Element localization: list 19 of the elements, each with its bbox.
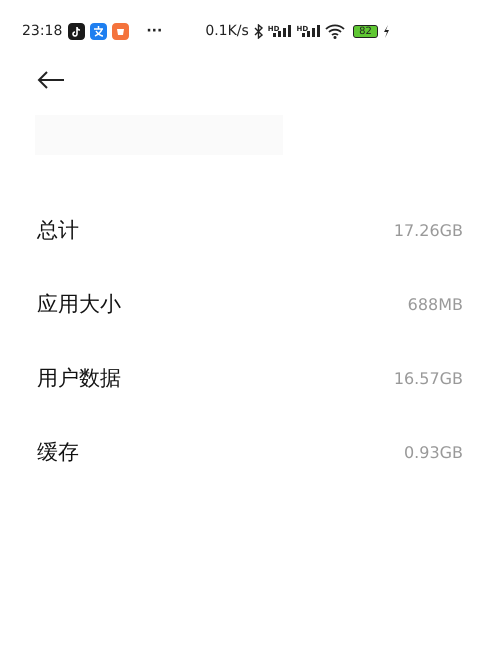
storage-label: 应用大小 — [37, 291, 121, 318]
wifi-icon — [325, 24, 346, 38]
more-notifications: ··· — [146, 23, 162, 39]
storage-value: 16.57GB — [394, 368, 463, 388]
storage-value: 0.93GB — [404, 442, 463, 462]
shopping-app-icon — [112, 22, 130, 40]
status-time: 23:18 — [22, 23, 62, 39]
storage-label: 用户数据 — [37, 365, 121, 392]
network-speed: 0.1K/s — [205, 23, 249, 39]
battery-indicator: 82 — [353, 24, 378, 38]
back-arrow-icon[interactable] — [37, 70, 65, 90]
music-app-icon — [68, 22, 86, 40]
pay-app-icon — [90, 22, 108, 40]
storage-value: 688MB — [408, 294, 463, 314]
storage-label: 总计 — [37, 217, 79, 244]
charging-icon — [382, 24, 390, 38]
storage-value: 17.26GB — [394, 220, 463, 240]
bluetooth-icon — [254, 24, 263, 38]
storage-label: 缓存 — [37, 439, 79, 466]
